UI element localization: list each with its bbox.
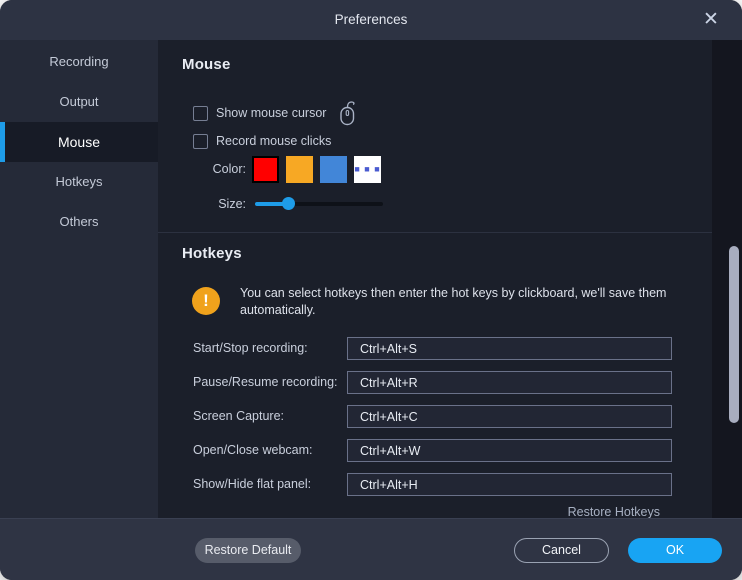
size-slider[interactable]: [255, 193, 383, 215]
record-mouse-clicks-label: Record mouse clicks: [216, 134, 331, 148]
dialog-title: Preferences: [0, 0, 742, 40]
section-divider: [158, 232, 742, 233]
hotkey-label-flat-panel: Show/Hide flat panel:: [193, 473, 311, 496]
record-mouse-clicks-row: Record mouse clicks: [193, 133, 331, 149]
restore-default-button[interactable]: Restore Default: [195, 538, 301, 563]
color-swatch-orange[interactable]: [286, 156, 313, 183]
color-label: Color:: [158, 156, 246, 183]
hotkeys-notice: You can select hotkeys then enter the ho…: [240, 285, 686, 319]
content-panel: Mouse Show mouse cursor Record mouse cli…: [158, 40, 742, 518]
titlebar: Preferences ✕: [0, 0, 742, 40]
hotkeys-section-title: Hotkeys: [182, 245, 242, 262]
scrollbar-thumb[interactable]: [729, 246, 739, 423]
more-colors-button[interactable]: ■ ■ ■: [354, 156, 381, 183]
selected-accent-bar: [0, 122, 5, 162]
sidebar-item-others[interactable]: Others: [0, 202, 158, 242]
hotkey-input-flat-panel[interactable]: [347, 473, 672, 496]
color-swatch-red[interactable]: [252, 156, 279, 183]
cancel-button[interactable]: Cancel: [514, 538, 609, 563]
close-icon[interactable]: ✕: [698, 7, 724, 33]
show-mouse-cursor-row: Show mouse cursor: [193, 105, 357, 121]
show-mouse-cursor-checkbox[interactable]: [193, 106, 208, 121]
slider-thumb[interactable]: [282, 197, 295, 210]
preferences-dialog: Preferences ✕ Recording Output Mouse Hot…: [0, 0, 742, 580]
sidebar-item-recording[interactable]: Recording: [0, 42, 158, 82]
sidebar-item-mouse[interactable]: Mouse: [0, 122, 158, 162]
hotkey-label-start-stop: Start/Stop recording:: [193, 337, 308, 360]
ok-button[interactable]: OK: [628, 538, 722, 563]
hotkey-input-pause-resume[interactable]: [347, 371, 672, 394]
sidebar-item-hotkeys[interactable]: Hotkeys: [0, 162, 158, 202]
mouse-icon: [338, 100, 357, 126]
footer-bar: Restore Default Cancel OK: [0, 518, 742, 580]
hotkey-label-screen-capture: Screen Capture:: [193, 405, 284, 428]
sidebar-item-output[interactable]: Output: [0, 82, 158, 122]
hotkey-label-pause-resume: Pause/Resume recording:: [193, 371, 338, 394]
sidebar: Recording Output Mouse Hotkeys Others: [0, 40, 158, 518]
record-mouse-clicks-checkbox[interactable]: [193, 134, 208, 149]
hotkey-input-start-stop[interactable]: [347, 337, 672, 360]
hotkey-label-webcam: Open/Close webcam:: [193, 439, 313, 462]
mouse-section-title: Mouse: [182, 56, 231, 73]
scrollbar-track[interactable]: [712, 40, 742, 518]
size-label: Size:: [158, 193, 246, 215]
restore-hotkeys-link[interactable]: Restore Hotkeys: [158, 505, 660, 519]
color-swatch-blue[interactable]: [320, 156, 347, 183]
warning-icon: !: [192, 287, 220, 315]
show-mouse-cursor-label: Show mouse cursor: [216, 106, 326, 120]
page: Preferences ✕ Recording Output Mouse Hot…: [0, 0, 742, 580]
hotkey-input-screen-capture[interactable]: [347, 405, 672, 428]
hotkey-input-webcam[interactable]: [347, 439, 672, 462]
sidebar-item-mouse-label: Mouse: [58, 134, 100, 150]
